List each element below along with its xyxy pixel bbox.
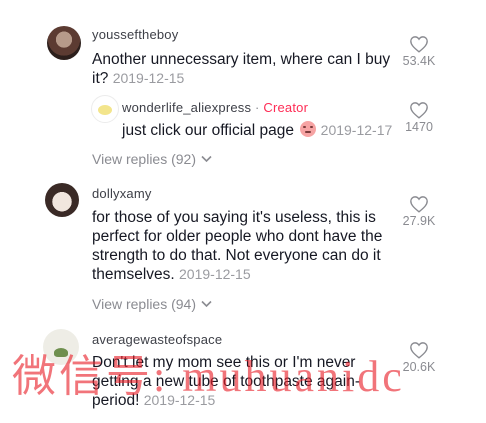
heart-outline-icon	[410, 342, 428, 359]
comment-body: Don't let my mom see this or I'm never g…	[92, 354, 361, 409]
like-count: 1470	[405, 120, 433, 134]
heart-outline-icon	[410, 36, 428, 53]
reply-date: 2019-12-17	[320, 122, 393, 138]
like-button[interactable]: 1470	[394, 101, 444, 134]
avatar[interactable]	[91, 95, 119, 123]
avatar[interactable]	[47, 26, 81, 60]
avatar[interactable]	[45, 183, 79, 217]
like-button[interactable]: 27.9K	[394, 195, 444, 228]
comment-item: averagewasteofspace Don't let my mom see…	[0, 320, 486, 423]
view-replies-label: View replies (94)	[92, 296, 197, 312]
comment-item: dollyxamy for those of you saying it's u…	[0, 175, 486, 320]
like-button[interactable]: 20.6K	[394, 341, 444, 374]
heart-outline-icon	[410, 196, 428, 213]
comment-text: Don't let my mom see this or I'm never g…	[92, 353, 392, 410]
comment-username[interactable]: yousseftheboy	[92, 27, 178, 42]
like-count: 27.9K	[402, 214, 436, 228]
comment-date: 2019-12-15	[112, 70, 185, 86]
reply-header: wonderlife_aliexpress · Creator	[122, 100, 308, 115]
like-count: 53.4K	[402, 54, 436, 68]
reply-username[interactable]: wonderlife_aliexpress	[122, 100, 251, 115]
comment-username[interactable]: dollyxamy	[92, 186, 152, 201]
creator-badge: Creator	[263, 100, 309, 115]
reply-body: just click our official page	[122, 122, 295, 139]
comment-date: 2019-12-15	[143, 392, 216, 408]
avatar[interactable]	[43, 329, 79, 365]
logo-icon	[98, 105, 112, 115]
chevron-down-icon	[201, 155, 212, 163]
heart-outline-icon	[410, 102, 428, 119]
comment-text: Another unnecessary item, where can I bu…	[92, 50, 397, 88]
view-replies-label: View replies (92)	[92, 151, 197, 167]
separator-dot: ·	[255, 100, 260, 115]
comment-username[interactable]: averagewasteofspace	[92, 332, 222, 347]
view-replies-button[interactable]: View replies (92)	[92, 151, 212, 167]
blush-emoji-icon	[300, 121, 317, 137]
comment-text: for those of you saying it's useless, th…	[92, 208, 402, 284]
like-count: 20.6K	[402, 360, 436, 374]
reply-text: just click our official page 2019-12-17	[122, 121, 422, 140]
comment-item: yousseftheboy Another unnecessary item, …	[0, 0, 486, 175]
chevron-down-icon	[201, 300, 212, 308]
view-replies-button[interactable]: View replies (94)	[92, 296, 212, 312]
like-button[interactable]: 53.4K	[394, 35, 444, 68]
comment-date: 2019-12-15	[179, 266, 251, 282]
turtle-icon	[54, 348, 68, 357]
